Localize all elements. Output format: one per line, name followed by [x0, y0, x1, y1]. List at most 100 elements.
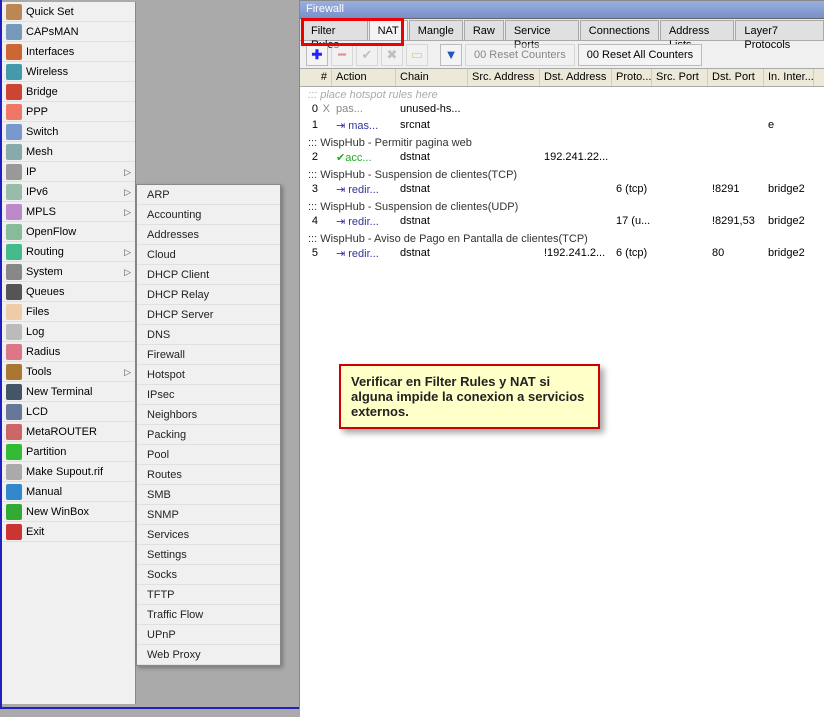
sidebar-item-mpls[interactable]: MPLS▷ — [2, 202, 135, 222]
sidebar-item-new-terminal[interactable]: New Terminal — [2, 382, 135, 402]
menu-icon — [6, 284, 22, 300]
cell-num: 5 — [300, 247, 332, 263]
submenu-item-pool[interactable]: Pool — [137, 445, 280, 465]
column-header[interactable]: Dst. Address — [540, 69, 612, 86]
column-header[interactable]: Action — [332, 69, 396, 86]
tab-raw[interactable]: Raw — [464, 20, 504, 40]
column-header[interactable]: In. Inter... — [764, 69, 814, 86]
menu-icon — [6, 404, 22, 420]
tab-layer7-protocols[interactable]: Layer7 Protocols — [735, 20, 824, 40]
enable-button[interactable]: ✔ — [356, 44, 378, 66]
column-header[interactable]: Proto... — [612, 69, 652, 86]
sidebar-item-make-supout-rif[interactable]: Make Supout.rif — [2, 462, 135, 482]
sidebar-item-radius[interactable]: Radius — [2, 342, 135, 362]
cell-src — [468, 215, 540, 231]
submenu-item-cloud[interactable]: Cloud — [137, 245, 280, 265]
cell-sport — [652, 215, 708, 231]
submenu-item-routes[interactable]: Routes — [137, 465, 280, 485]
tab-filter-rules[interactable]: Filter Rules — [302, 20, 368, 40]
submenu-item-services[interactable]: Services — [137, 525, 280, 545]
sidebar-item-label: Make Supout.rif — [26, 462, 103, 482]
sidebar-item-mesh[interactable]: Mesh — [2, 142, 135, 162]
sidebar-item-capsman[interactable]: CAPsMAN — [2, 22, 135, 42]
submenu-item-dhcp-client[interactable]: DHCP Client — [137, 265, 280, 285]
submenu-item-accounting[interactable]: Accounting — [137, 205, 280, 225]
add-button[interactable]: ✚ — [306, 44, 328, 66]
submenu-item-hotspot[interactable]: Hotspot — [137, 365, 280, 385]
remove-button[interactable]: ━ — [331, 44, 353, 66]
submenu-item-firewall[interactable]: Firewall — [137, 345, 280, 365]
cell-proto — [612, 151, 652, 167]
sidebar-item-wireless[interactable]: Wireless — [2, 62, 135, 82]
cell-iint: bridge2 — [764, 183, 814, 199]
sidebar-item-exit[interactable]: Exit — [2, 522, 135, 542]
table-row[interactable]: 0Xpas...unused-hs... — [300, 103, 824, 119]
table-row[interactable]: 5⇥ redir...dstnat!192.241.2...6 (tcp)80b… — [300, 247, 824, 263]
sidebar-item-bridge[interactable]: Bridge — [2, 82, 135, 102]
column-header[interactable]: Src. Port — [652, 69, 708, 86]
sidebar-item-manual[interactable]: Manual — [2, 482, 135, 502]
submenu-item-ipsec[interactable]: IPsec — [137, 385, 280, 405]
tab-mangle[interactable]: Mangle — [409, 20, 463, 40]
submenu-item-packing[interactable]: Packing — [137, 425, 280, 445]
submenu-item-tftp[interactable]: TFTP — [137, 585, 280, 605]
column-header[interactable]: # — [300, 69, 332, 86]
tab-connections[interactable]: Connections — [580, 20, 659, 40]
filter-button[interactable]: ▼ — [440, 44, 462, 66]
submenu-arrow-icon: ▷ — [124, 362, 131, 382]
sidebar-item-label: Tools — [26, 362, 52, 382]
sidebar-item-partition[interactable]: Partition — [2, 442, 135, 462]
sidebar-item-files[interactable]: Files — [2, 302, 135, 322]
sidebar-item-ppp[interactable]: PPP — [2, 102, 135, 122]
menu-icon — [6, 144, 22, 160]
cell-dport — [708, 103, 764, 119]
sidebar-item-routing[interactable]: Routing▷ — [2, 242, 135, 262]
sidebar-item-tools[interactable]: Tools ▷ — [2, 362, 135, 382]
submenu-item-snmp[interactable]: SNMP — [137, 505, 280, 525]
submenu-item-dhcp-relay[interactable]: DHCP Relay — [137, 285, 280, 305]
submenu-item-arp[interactable]: ARP — [137, 185, 280, 205]
sidebar-item-queues[interactable]: Queues — [2, 282, 135, 302]
disable-button[interactable]: ✖ — [381, 44, 403, 66]
tab-address-lists[interactable]: Address Lists — [660, 20, 734, 40]
submenu-item-web-proxy[interactable]: Web Proxy — [137, 645, 280, 665]
tab-nat[interactable]: NAT — [369, 20, 408, 40]
column-header[interactable]: Dst. Port — [708, 69, 764, 86]
submenu-item-socks[interactable]: Socks — [137, 565, 280, 585]
reset-counters-button[interactable]: 00 Reset Counters — [465, 44, 575, 66]
sidebar-item-openflow[interactable]: OpenFlow — [2, 222, 135, 242]
tab-service-ports[interactable]: Service Ports — [505, 20, 579, 40]
table-row[interactable]: 4⇥ redir...dstnat17 (u...!8291,53bridge2 — [300, 215, 824, 231]
cell-action: ⇥ redir... — [332, 215, 396, 231]
table-row[interactable]: 1⇥ mas...srcnate — [300, 119, 824, 135]
menu-icon — [6, 424, 22, 440]
sidebar-item-ip[interactable]: IP▷ — [2, 162, 135, 182]
sidebar-item-switch[interactable]: Switch — [2, 122, 135, 142]
sidebar-item-new-winbox[interactable]: New WinBox — [2, 502, 135, 522]
table-row[interactable]: 2✔acc...dstnat192.241.22... — [300, 151, 824, 167]
sidebar-item-system[interactable]: System▷ — [2, 262, 135, 282]
submenu-item-traffic-flow[interactable]: Traffic Flow — [137, 605, 280, 625]
sidebar-item-log[interactable]: Log — [2, 322, 135, 342]
submenu-arrow-icon: ▷ — [124, 242, 131, 262]
submenu-item-dhcp-server[interactable]: DHCP Server — [137, 305, 280, 325]
sidebar-item-interfaces[interactable]: Interfaces — [2, 42, 135, 62]
column-header[interactable]: Src. Address — [468, 69, 540, 86]
sidebar-item-label: CAPsMAN — [26, 22, 79, 42]
comment-button[interactable]: ▭ — [406, 44, 428, 66]
column-header[interactable]: Chain — [396, 69, 468, 86]
reset-all-counters-button[interactable]: 00 Reset All Counters — [578, 44, 702, 66]
sidebar-item-metarouter[interactable]: MetaROUTER — [2, 422, 135, 442]
sidebar-item-ipv6[interactable]: IPv6▷ — [2, 182, 135, 202]
menu-icon — [6, 344, 22, 360]
cell-src — [468, 103, 540, 119]
submenu-item-settings[interactable]: Settings — [137, 545, 280, 565]
sidebar-item-quick-set[interactable]: Quick Set — [2, 2, 135, 22]
submenu-item-dns[interactable]: DNS — [137, 325, 280, 345]
submenu-item-neighbors[interactable]: Neighbors — [137, 405, 280, 425]
table-row[interactable]: 3⇥ redir...dstnat6 (tcp)!8291bridge2 — [300, 183, 824, 199]
submenu-item-addresses[interactable]: Addresses — [137, 225, 280, 245]
submenu-item-smb[interactable]: SMB — [137, 485, 280, 505]
sidebar-item-lcd[interactable]: LCD — [2, 402, 135, 422]
submenu-item-upnp[interactable]: UPnP — [137, 625, 280, 645]
